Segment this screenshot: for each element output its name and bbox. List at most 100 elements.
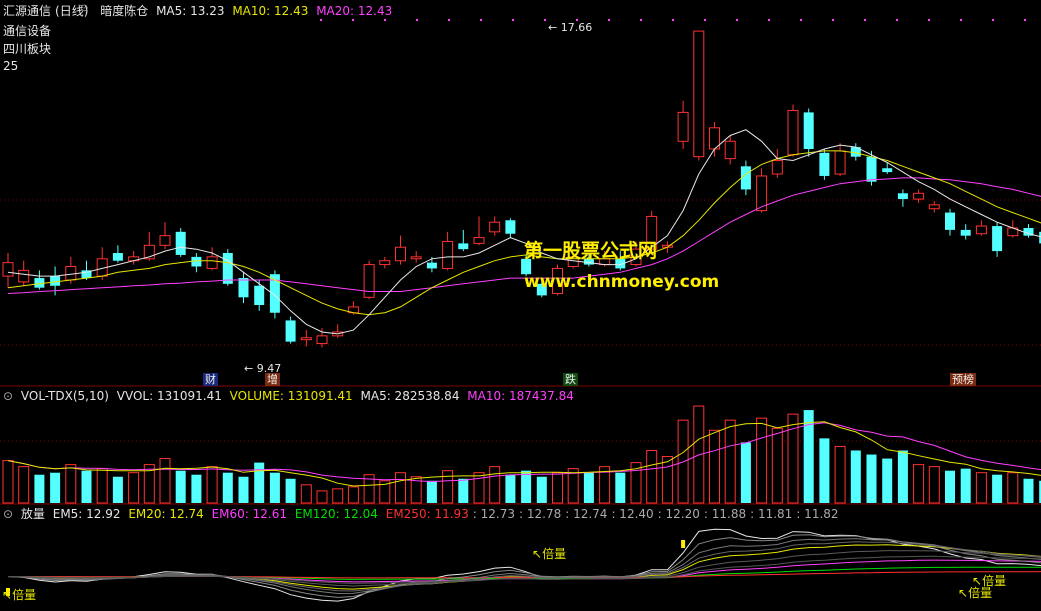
top-dot-marker — [608, 19, 610, 21]
em20-line — [7, 544, 1041, 590]
top-dot-marker — [864, 19, 866, 21]
volume-bar-down — [285, 478, 296, 503]
volume-bar-down — [882, 458, 893, 503]
top-dot-marker — [320, 19, 322, 21]
extra-readout-3: : 12.74 — [565, 507, 608, 521]
volume-bar-down — [819, 438, 830, 503]
candle-body-up — [300, 337, 312, 341]
top-dot-marker — [512, 19, 514, 21]
volume-bar-down — [191, 474, 202, 503]
candle-body-down — [505, 220, 516, 234]
volume-bar-down — [866, 454, 877, 503]
event-marker-zeng[interactable]: 增 — [265, 373, 280, 386]
em-extra-line — [7, 538, 1041, 595]
volume-indicator-name[interactable]: VOL-TDX(5,10) — [21, 389, 109, 403]
signal-label-beiliang-2: ↖倍量 — [2, 588, 37, 602]
top-dot-marker — [448, 19, 450, 21]
chart-grid — [0, 199, 1041, 505]
high-price-annotation: ← 17.66 — [548, 21, 593, 34]
top-dot-marker — [672, 19, 674, 21]
extra-readout-7: : 11.81 — [750, 507, 793, 521]
candle-body-down — [819, 152, 830, 176]
high-price-value: 17.66 — [560, 21, 593, 34]
volume-bar-up — [96, 468, 108, 504]
sector-label: 通信设备 — [3, 24, 52, 38]
candle-body-up — [18, 269, 30, 283]
em-extra-line — [7, 534, 1041, 598]
candle-body-up — [771, 160, 783, 175]
volume-bar-up — [834, 445, 846, 504]
candle-body-up — [724, 140, 736, 160]
top-dot-marker — [480, 19, 482, 21]
candle-body-down — [175, 231, 186, 255]
ma20-readout: MA20: 12.43 — [316, 4, 393, 18]
volume-bar-down — [897, 450, 908, 503]
candle-body-up — [975, 225, 987, 235]
candle-body-up — [677, 111, 689, 142]
candle-body-down — [945, 212, 955, 230]
candle-body-down — [882, 168, 893, 173]
top-dot-marker — [640, 19, 642, 21]
candle-body-up — [65, 265, 77, 281]
volume-bar-down — [34, 474, 45, 503]
em-extra-line — [7, 541, 1041, 592]
event-marker-die[interactable]: 跌 — [563, 373, 578, 386]
candle-body-down — [285, 320, 296, 342]
volume-bar-up — [1007, 472, 1019, 504]
extra-readout-8: : 11.82 — [796, 507, 839, 521]
candle-body-up — [379, 260, 391, 266]
volume-bar-up — [552, 472, 563, 504]
extra-readout-2: : 12.78 — [519, 507, 562, 521]
volume-bar-up — [159, 458, 171, 504]
candle-body-down — [458, 243, 469, 250]
indicator-lines — [6, 528, 1041, 602]
em20-readout: EM20: 12.74 — [128, 507, 204, 521]
candle-body-down — [50, 276, 61, 286]
stock-name[interactable]: 汇源通信 — [3, 4, 51, 18]
volume-bar-up — [473, 472, 485, 504]
indicator-panel-icon: ⊙ — [3, 507, 14, 521]
top-dot-marker — [960, 19, 962, 21]
top-dot-marker — [992, 19, 994, 21]
signal-label-beiliang-4: ↖倍量 — [958, 586, 993, 600]
candle-body-down — [992, 226, 1003, 252]
volume-bar-down — [458, 478, 469, 503]
extra-readout-1: : 12.73 — [472, 507, 516, 521]
candle-body-down — [112, 253, 123, 261]
volume-readout: VOLUME: 131091.41 — [229, 389, 353, 403]
volume-bar-up — [65, 464, 77, 504]
candle-body-up — [693, 30, 705, 158]
volume-bar-up — [771, 427, 783, 504]
extra-readout-6: : 11.88 — [703, 507, 747, 521]
volume-bar-down — [536, 476, 547, 503]
volume-bar-up — [928, 466, 940, 504]
volume-bar-down — [81, 470, 92, 503]
top-dot-marker — [832, 19, 834, 21]
top-dot-marker — [384, 19, 386, 21]
volume-bar-down — [960, 468, 971, 503]
indicator-panel-name[interactable]: 放量 — [21, 507, 45, 521]
candle-body-down — [426, 262, 437, 269]
volume-bar-up — [2, 460, 14, 504]
candlestick-series — [2, 30, 1041, 348]
extra-readout-5: : 12.20 — [657, 507, 700, 521]
candle-body-down — [960, 229, 971, 236]
candle-body-down — [238, 278, 249, 298]
event-marker-yubang[interactable]: 预榜 — [950, 373, 976, 386]
volume-bar-down — [1023, 478, 1034, 503]
header-separator-icon: ⊙ — [80, 3, 89, 14]
indicator-name[interactable]: 暗度陈仓 — [100, 4, 148, 18]
event-marker-cai[interactable]: 财 — [203, 373, 218, 386]
volume-bar-up — [913, 464, 925, 504]
volume-bar-up — [756, 417, 768, 504]
volume-bar-up — [206, 466, 218, 504]
candle-body-up — [395, 246, 406, 262]
top-dot-marker — [352, 19, 354, 21]
candle-body-up — [159, 235, 171, 246]
top-dot-marker — [896, 19, 898, 21]
volume-bar-up — [128, 472, 140, 504]
volume-bar-down — [615, 472, 626, 503]
candle-body-up — [363, 264, 375, 298]
candle-body-down — [740, 166, 751, 190]
extra-readout-4: : 12.40 — [611, 507, 654, 521]
